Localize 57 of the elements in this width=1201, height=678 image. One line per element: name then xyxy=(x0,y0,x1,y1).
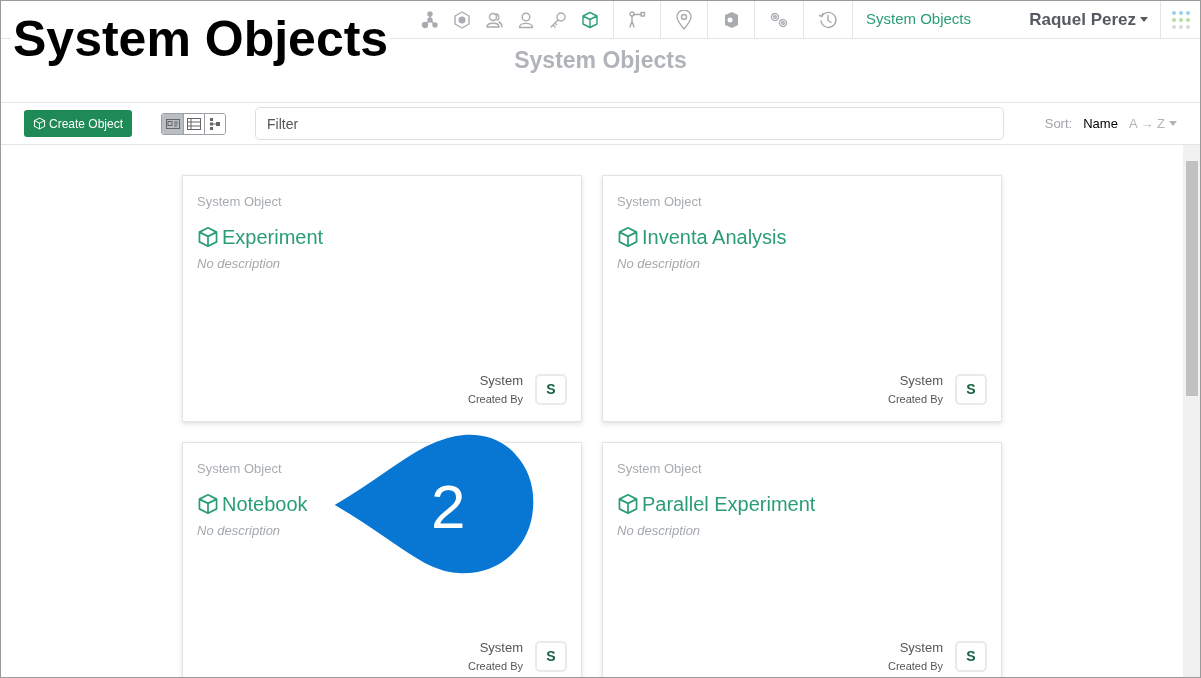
cube-icon xyxy=(617,225,639,248)
user-menu[interactable]: Raquel Perez xyxy=(1029,6,1148,33)
caret-icon xyxy=(1140,17,1148,22)
cube-icon xyxy=(197,492,219,515)
object-title[interactable]: Inventa Analysis xyxy=(642,221,787,252)
scrollbar[interactable] xyxy=(1183,145,1200,677)
sort-label: Sort: xyxy=(1044,114,1073,133)
object-title[interactable]: Notebook xyxy=(222,488,308,519)
object-type-label: System Object xyxy=(197,460,283,478)
object-type-label: System Object xyxy=(617,193,703,211)
caret-icon xyxy=(1169,121,1177,126)
creator-name: System xyxy=(899,639,943,657)
filter-field[interactable]: Filter xyxy=(255,107,1005,140)
gears-icon[interactable] xyxy=(769,10,789,29)
create-object-button[interactable]: Create Object xyxy=(24,110,133,137)
key-icon[interactable] xyxy=(549,10,567,29)
creator-avatar: S xyxy=(955,373,987,405)
creator-name: System xyxy=(899,372,943,390)
hexagon-badge-icon[interactable] xyxy=(453,10,471,29)
location-pin-icon[interactable] xyxy=(675,9,693,30)
tree-view-icon[interactable] xyxy=(204,113,226,134)
object-description: No description xyxy=(197,521,282,540)
page-title: System Objects xyxy=(514,46,687,76)
sort-field-dropdown[interactable]: Name xyxy=(1083,113,1118,134)
created-by-label: Created By xyxy=(887,391,943,407)
object-card[interactable]: System Object Inventa Analysis No description System Created By S xyxy=(602,175,1002,422)
cube-icon xyxy=(197,225,219,248)
creator-avatar: S xyxy=(535,373,567,405)
network-icon[interactable] xyxy=(421,10,439,29)
object-type-label: System Object xyxy=(617,460,703,478)
object-card[interactable]: System Object Experiment No description System Created By S xyxy=(182,175,582,422)
cube-icon xyxy=(617,492,639,515)
cube-icon xyxy=(33,117,46,130)
user-icon[interactable] xyxy=(517,10,535,29)
history-icon[interactable] xyxy=(818,9,838,30)
created-by-label: Created By xyxy=(887,658,943,674)
callout-number: 2 xyxy=(431,471,466,543)
creator-name: System xyxy=(479,639,523,657)
object-card[interactable]: System Object Parallel Experiment No description System Created By S xyxy=(602,442,1002,677)
created-by-label: Created By xyxy=(467,658,523,674)
created-by-label: Created By xyxy=(467,391,523,407)
cube-icon[interactable] xyxy=(581,10,599,29)
creator-name: System xyxy=(479,372,523,390)
branch-icon[interactable] xyxy=(628,10,646,29)
object-title[interactable]: Parallel Experiment xyxy=(642,488,816,519)
shield-icon[interactable] xyxy=(722,10,740,29)
apps-grid-icon[interactable] xyxy=(1171,10,1190,29)
creator-avatar: S xyxy=(535,640,567,672)
object-type-label: System Object xyxy=(197,193,283,211)
object-description: No description xyxy=(617,254,702,273)
card-view-icon[interactable] xyxy=(162,113,184,134)
users-icon[interactable] xyxy=(485,10,503,29)
object-description: No description xyxy=(617,521,702,540)
creator-avatar: S xyxy=(955,640,987,672)
object-title[interactable]: Experiment xyxy=(222,221,324,252)
object-description: No description xyxy=(197,254,282,273)
nav-link[interactable]: System Objects xyxy=(866,8,972,31)
